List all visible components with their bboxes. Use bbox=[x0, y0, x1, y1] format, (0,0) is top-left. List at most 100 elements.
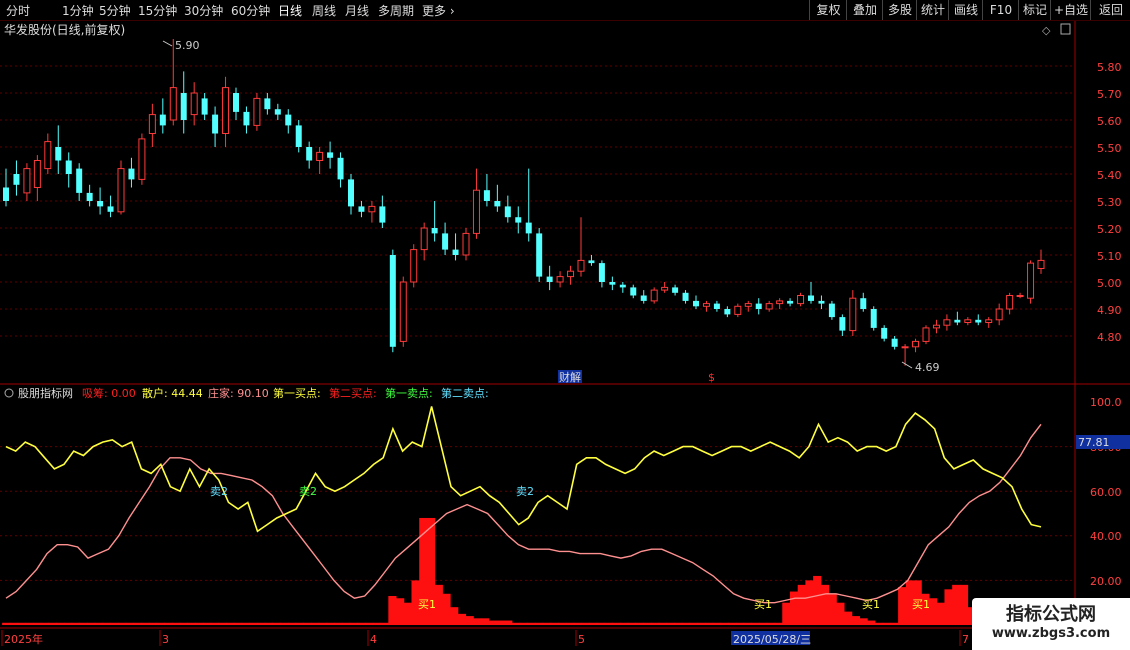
xichou-bar bbox=[287, 622, 297, 625]
xichou-bar bbox=[519, 622, 528, 625]
y-tick: 4.90 bbox=[1097, 304, 1122, 317]
sell2-label: 卖2 bbox=[516, 485, 534, 498]
y-tick: 5.70 bbox=[1097, 88, 1122, 101]
main-chart-title: 华发股份(日线,前复权) bbox=[4, 22, 125, 37]
legend-buy2-label: 第二买点: bbox=[329, 386, 380, 400]
candle-body bbox=[901, 346, 909, 349]
xichou-bar bbox=[867, 620, 876, 625]
xichou-bar bbox=[465, 616, 474, 625]
legend-zhuangjia-label: 庄家: bbox=[208, 386, 237, 400]
collapse-icon[interactable] bbox=[4, 388, 14, 398]
x-tick: 5 bbox=[578, 633, 585, 646]
legend-sell2-label: 第二卖点: bbox=[441, 386, 489, 400]
xichou-bar bbox=[766, 622, 776, 625]
xichou-bar bbox=[241, 622, 250, 625]
xichou-bar bbox=[542, 622, 552, 625]
xichou-bar bbox=[565, 622, 575, 625]
xichou-bar bbox=[496, 620, 505, 625]
candle-body bbox=[23, 168, 31, 194]
xichou-bar bbox=[504, 620, 513, 625]
candle-body bbox=[702, 303, 710, 307]
candle-body bbox=[1006, 295, 1014, 310]
candle-body bbox=[556, 276, 564, 283]
legend-sanhu-label: 散户: bbox=[142, 386, 171, 400]
xichou-bar bbox=[627, 622, 636, 625]
xichou-bar bbox=[388, 596, 397, 625]
xichou-bar bbox=[728, 622, 737, 625]
candle-body bbox=[922, 327, 930, 342]
xichou-bar bbox=[874, 622, 884, 625]
candle-body bbox=[734, 305, 742, 315]
candle-body bbox=[483, 190, 490, 201]
xichou-bar bbox=[33, 622, 42, 625]
candle-body bbox=[138, 138, 146, 180]
candle-body bbox=[504, 206, 511, 218]
candle-body bbox=[776, 300, 784, 305]
xichou-bar bbox=[805, 580, 814, 625]
ind-y-tick: 100.0 bbox=[1090, 396, 1122, 409]
xichou-bar bbox=[110, 622, 119, 625]
xichou-bar bbox=[689, 622, 698, 625]
candle-body bbox=[640, 295, 647, 301]
candle-body bbox=[86, 192, 93, 201]
xichou-bar bbox=[372, 622, 382, 625]
xichou-bar bbox=[349, 622, 358, 625]
xichou-bar bbox=[102, 622, 111, 625]
low-marker bbox=[901, 361, 913, 369]
diamond-icon[interactable]: ◇ bbox=[1042, 24, 1051, 37]
xichou-bar bbox=[380, 622, 389, 625]
xichou-bar bbox=[481, 618, 490, 625]
indicator-title: 股朋指标网 bbox=[18, 386, 73, 400]
xichou-bar bbox=[782, 602, 791, 625]
candle-body bbox=[828, 303, 835, 318]
candle-body bbox=[212, 114, 219, 134]
x-tick: 7 bbox=[962, 633, 969, 646]
candle-body bbox=[588, 260, 595, 264]
candle-body bbox=[348, 179, 354, 207]
candle-body bbox=[462, 232, 470, 256]
buy1-label: 买1 bbox=[912, 598, 930, 611]
candle-body bbox=[107, 206, 114, 212]
candle-body bbox=[494, 201, 501, 207]
xichou-bar bbox=[442, 593, 451, 625]
xichou-bar bbox=[71, 622, 80, 625]
xichou-bar bbox=[836, 602, 845, 625]
xichou-bar bbox=[890, 622, 899, 625]
candle-body bbox=[943, 319, 951, 326]
xichou-bar bbox=[17, 622, 26, 625]
xichou-bar bbox=[759, 622, 768, 625]
candle-body bbox=[975, 319, 982, 323]
candle-body bbox=[765, 303, 773, 310]
xichou-bar bbox=[280, 622, 289, 625]
xichou-bar bbox=[79, 622, 88, 625]
xichou-bar bbox=[666, 622, 675, 625]
high-marker bbox=[162, 40, 173, 47]
candle-body bbox=[650, 289, 658, 302]
xichou-bar bbox=[797, 584, 806, 625]
xichou-bar bbox=[457, 613, 467, 625]
candle-body bbox=[190, 92, 198, 116]
xichou-bar bbox=[272, 622, 281, 625]
xichou-bar bbox=[650, 622, 660, 625]
xichou-bar bbox=[326, 622, 335, 625]
xichou-bar bbox=[172, 622, 181, 625]
event-label-dollar[interactable]: $ bbox=[708, 371, 715, 384]
y-tick: 5.00 bbox=[1097, 277, 1122, 290]
candle-body bbox=[180, 93, 187, 120]
event-label-caijie[interactable]: 财解 bbox=[559, 370, 581, 384]
xichou-bar bbox=[720, 622, 729, 625]
x-tick: 2025年 bbox=[4, 632, 43, 646]
candle-body bbox=[3, 187, 9, 201]
candle-body bbox=[995, 308, 1003, 321]
candle-body bbox=[515, 217, 522, 223]
xichou-bar bbox=[936, 602, 945, 625]
candle-body bbox=[1037, 259, 1045, 269]
xichou-bar bbox=[705, 622, 714, 625]
candle-body bbox=[630, 287, 637, 296]
xichou-bar bbox=[25, 622, 34, 625]
xichou-bar bbox=[774, 622, 783, 625]
xichou-bar bbox=[450, 607, 459, 625]
xichou-bar bbox=[9, 622, 19, 625]
candle-body bbox=[661, 286, 669, 291]
window-icon[interactable] bbox=[1060, 23, 1071, 35]
